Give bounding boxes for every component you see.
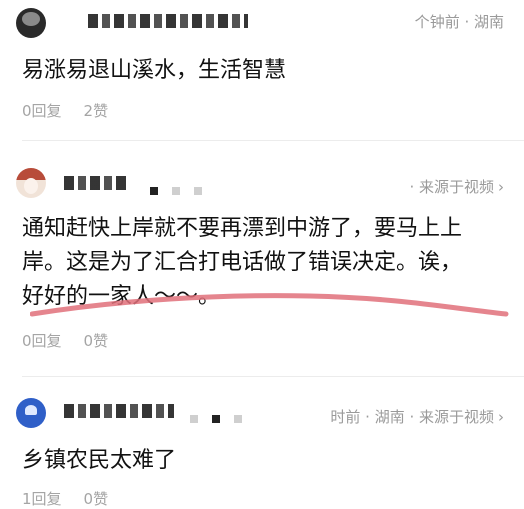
meta-prefix: 个	[414, 13, 430, 31]
comment-item: · 来源于视频 › 通知赶快上岸就不要再漂到中游了，要马上上 岸。这是为了汇合打电…	[0, 160, 524, 360]
comment-text-line: 乡镇农民太难了	[22, 448, 177, 473]
comment-meta: 时前 · 湖南 · 来源于视频 ›	[330, 406, 504, 427]
divider	[22, 376, 524, 377]
like-button[interactable]: 2赞	[84, 102, 109, 120]
divider	[22, 140, 524, 141]
avatar[interactable]	[16, 168, 46, 198]
comment-text-line: 岸。这是为了汇合打电话做了错误决定。诶，	[22, 250, 463, 275]
chevron-right-icon[interactable]: ›	[498, 408, 504, 426]
reply-button[interactable]: 1回复	[22, 490, 62, 508]
comment-text-line: 通知赶快上岸就不要再漂到中游了，要马上上	[22, 216, 463, 241]
username-blurred[interactable]	[88, 14, 248, 28]
red-underline-annotation	[30, 293, 509, 317]
chevron-right-icon[interactable]: ›	[498, 178, 504, 196]
like-button[interactable]: 0赞	[84, 332, 109, 350]
comment-meta-text: · 来源于视频	[409, 178, 494, 196]
like-button[interactable]: 0赞	[84, 490, 109, 508]
avatar[interactable]	[16, 398, 46, 428]
comment-meta: · 来源于视频 ›	[409, 176, 504, 197]
comment-actions: 1回复 0赞	[22, 488, 130, 509]
comment-actions: 0回复 0赞	[22, 330, 130, 351]
comment-text-line: 易涨易退山溪水，生活智慧	[22, 58, 287, 83]
username-blurred[interactable]	[64, 176, 126, 190]
comment-text: 易涨易退山溪水，生活智慧	[22, 54, 286, 88]
comment-meta-text: 时前 · 湖南 · 来源于视频	[330, 408, 494, 426]
comment-actions: 0回复 2赞	[22, 100, 130, 121]
avatar[interactable]	[16, 8, 46, 38]
comment-item: 个钟前 · 湖南 易涨易退山溪水，生活智慧 0回复 2赞	[0, 0, 524, 130]
reply-button[interactable]: 0回复	[22, 102, 62, 120]
username-blurred-dots	[190, 408, 256, 423]
username-blurred[interactable]	[64, 404, 174, 418]
username-blurred-dots	[150, 180, 216, 195]
comment-meta: 个钟前 · 湖南	[415, 11, 504, 32]
comment-text: 乡镇农民太难了	[22, 444, 176, 478]
comment-meta-text: 钟前 · 湖南	[429, 13, 504, 31]
reply-button[interactable]: 0回复	[22, 332, 62, 350]
comment-item: 时前 · 湖南 · 来源于视频 › 乡镇农民太难了 1回复 0赞	[0, 392, 524, 508]
